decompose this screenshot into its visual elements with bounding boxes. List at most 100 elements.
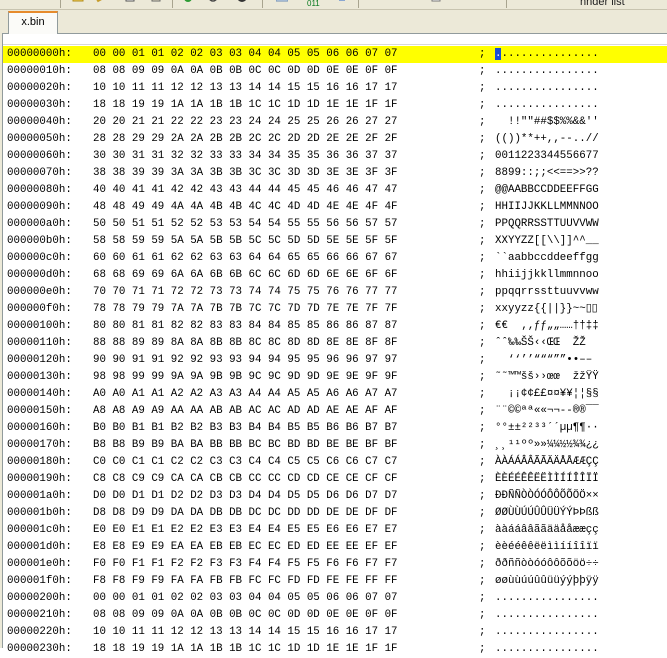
row-hex-bytes[interactable]: 18 18 19 19 1A 1A 1B 1B 1C 1C 1D 1D 1E 1… — [93, 641, 398, 658]
hex-row[interactable]: 00000130h: 98 98 99 99 9A 9A 9B 9B 9C 9C … — [3, 369, 667, 386]
row-hex-bytes[interactable]: B0 B0 B1 B1 B2 B2 B3 B3 B4 B4 B5 B5 B6 B… — [93, 420, 398, 437]
hex-row[interactable]: 00000100h: 80 80 81 81 82 82 83 83 84 84 … — [3, 318, 667, 335]
hex-row[interactable]: 000000a0h: 50 50 51 51 52 52 53 53 54 54 … — [3, 216, 667, 233]
row-hex-bytes[interactable]: F0 F0 F1 F1 F2 F2 F3 F3 F4 F4 F5 F5 F6 F… — [93, 556, 398, 573]
hex-row[interactable]: 00000010h: 08 08 09 09 0A 0A 0B 0B 0C 0C … — [3, 63, 667, 80]
align-left-icon[interactable] — [378, 0, 390, 6]
row-ascii-text[interactable]: ˆˆ‰‰ŠŠ‹‹ŒŒ ŽŽ — [495, 335, 599, 352]
hex-editor[interactable]: 00000000h: 00 00 01 01 02 02 03 03 04 04 … — [3, 34, 667, 655]
hex-row[interactable]: 00000120h: 90 90 91 91 92 92 93 93 94 94 … — [3, 352, 667, 369]
pencil-icon[interactable] — [96, 0, 108, 6]
row-ascii-text[interactable]: ¡¡¢¢££¤¤¥¥¦¦§§ — [495, 386, 599, 403]
hex-view[interactable]: 00000000h: 00 00 01 01 02 02 03 03 04 04 … — [3, 46, 667, 658]
row-hex-bytes[interactable]: 20 20 21 21 22 22 23 23 24 24 25 25 26 2… — [93, 114, 398, 131]
row-ascii-text[interactable]: ................ — [495, 590, 599, 607]
hex-row[interactable]: 00000070h: 38 38 39 39 3A 3A 3B 3B 3C 3C … — [3, 165, 667, 182]
row-ascii-text[interactable]: 0011223344556677 — [495, 148, 599, 165]
hex-row[interactable]: 000000e0h: 70 70 71 71 72 72 73 73 74 74 … — [3, 284, 667, 301]
hex-row[interactable]: 00000060h: 30 30 31 31 32 32 33 33 34 34 … — [3, 148, 667, 165]
row-hex-bytes[interactable]: A8 A8 A9 A9 AA AA AB AB AC AC AD AD AE A… — [93, 403, 398, 420]
row-ascii-text[interactable]: @@AABBCCDDEEFFGG — [495, 182, 599, 199]
hex-row[interactable]: 00000150h: A8 A8 A9 A9 AA AA AB AB AC AC … — [3, 403, 667, 420]
row-ascii-text[interactable]: ‘‘’’“““””••–– — [495, 352, 592, 369]
row-ascii-text[interactable]: ÀÀÁÁÂÂÃÃÄÄÅÅÆÆÇÇ — [495, 454, 599, 471]
row-ascii-text[interactable]: ððññòòóóôôõõöö÷÷ — [495, 556, 599, 573]
row-hex-bytes[interactable]: 70 70 71 71 72 72 73 73 74 74 75 75 76 7… — [93, 284, 398, 301]
row-hex-bytes[interactable]: 00 00 01 01 02 02 03 03 04 04 05 05 06 0… — [93, 46, 398, 63]
row-hex-bytes[interactable]: 18 18 19 19 1A 1A 1B 1B 1C 1C 1D 1D 1E 1… — [93, 97, 398, 114]
row-hex-bytes[interactable]: 28 28 29 29 2A 2A 2B 2B 2C 2C 2D 2D 2E 2… — [93, 131, 398, 148]
row-ascii-text[interactable]: €€ ‚‚ƒƒ„„……††‡‡ — [495, 318, 599, 335]
row-hex-bytes[interactable]: A0 A0 A1 A1 A2 A2 A3 A3 A4 A4 A5 A5 A6 A… — [93, 386, 398, 403]
row-hex-bytes[interactable]: 40 40 41 41 42 42 43 43 44 44 45 45 46 4… — [93, 182, 398, 199]
hex-row[interactable]: 000001c0h: E0 E0 E1 E1 E2 E2 E3 E3 E4 E4 … — [3, 522, 667, 539]
row-ascii-text[interactable]: xxyyzz{{||}}~~▯▯ — [495, 301, 598, 318]
row-ascii-text[interactable]: ................ — [495, 641, 599, 658]
row-ascii-text[interactable]: ................ — [495, 607, 599, 624]
row-hex-bytes[interactable]: 88 88 89 89 8A 8A 8B 8B 8C 8C 8D 8D 8E 8… — [93, 335, 398, 352]
row-hex-bytes[interactable]: 00 00 01 01 02 02 03 03 04 04 05 05 06 0… — [93, 590, 398, 607]
row-hex-bytes[interactable]: E8 E8 E9 E9 EA EA EB EB EC EC ED ED EE E… — [93, 539, 398, 556]
hex-row[interactable]: 00000160h: B0 B0 B1 B1 B2 B2 B3 B3 B4 B4 … — [3, 420, 667, 437]
row-ascii-text[interactable]: ØØÙÙÚÚÛÛÜÜÝÝÞÞßß — [495, 505, 599, 522]
hex-row[interactable]: 00000090h: 48 48 49 49 4A 4A 4B 4B 4C 4C … — [3, 199, 667, 216]
hex-row[interactable]: 000001d0h: E8 E8 E9 E9 EA EA EB EB EC EC … — [3, 539, 667, 556]
hex-row[interactable]: 00000080h: 40 40 41 41 42 42 43 43 44 44 … — [3, 182, 667, 199]
wrap-icon[interactable] — [480, 0, 492, 6]
row-ascii-text[interactable]: ÈÈÉÉÊÊËËÌÌÍÍÎÎÏÏ — [495, 471, 599, 488]
row-ascii-text[interactable]: ˜˜™™šš››œœ žžŸŸ — [495, 369, 599, 386]
hex-row[interactable]: 000001b0h: D8 D8 D9 D9 DA DA DB DB DC DC … — [3, 505, 667, 522]
row-hex-bytes[interactable]: 68 68 69 69 6A 6A 6B 6B 6C 6C 6D 6D 6E 6… — [93, 267, 398, 284]
row-ascii-text[interactable]: ¨¨©©ªª««¬¬--®®¯¯ — [495, 403, 599, 420]
row-ascii-text[interactable]: ppqqrrssttuuvvww — [495, 284, 599, 301]
column-icon[interactable] — [520, 0, 532, 6]
hex-row[interactable]: 00000200h: 00 00 01 01 02 02 03 03 04 04 … — [3, 590, 667, 607]
row-ascii-text[interactable]: (())**++,,--..// — [495, 131, 599, 148]
row-hex-bytes[interactable]: 10 10 11 11 12 12 13 13 14 14 15 15 16 1… — [93, 80, 398, 97]
hex-row[interactable]: 000001f0h: F8 F8 F9 F9 FA FA FB FB FC FC … — [3, 573, 667, 590]
copy-icon[interactable] — [124, 0, 136, 6]
row-hex-bytes[interactable]: D0 D0 D1 D1 D2 D2 D3 D3 D4 D4 D5 D5 D6 D… — [93, 488, 398, 505]
row-hex-bytes[interactable]: 08 08 09 09 0A 0A 0B 0B 0C 0C 0D 0D 0E 0… — [93, 607, 398, 624]
row-hex-bytes[interactable]: C8 C8 C9 C9 CA CA CB CB CC CC CD CD CE C… — [93, 471, 398, 488]
row-hex-bytes[interactable]: 50 50 51 51 52 52 53 53 54 54 55 55 56 5… — [93, 216, 398, 233]
hex-row[interactable]: 000000f0h: 78 78 79 79 7A 7A 7B 7B 7C 7C … — [3, 301, 667, 318]
row-hex-bytes[interactable]: 38 38 39 39 3A 3A 3B 3B 3C 3C 3D 3D 3E 3… — [93, 165, 398, 182]
hex-row[interactable]: 000000c0h: 60 60 61 61 62 62 63 63 64 64 … — [3, 250, 667, 267]
row-hex-bytes[interactable]: F8 F8 F9 F9 FA FA FB FB FC FC FD FD FE F… — [93, 573, 398, 590]
hex-row[interactable]: 000000b0h: 58 58 59 59 5A 5A 5B 5B 5C 5C … — [3, 233, 667, 250]
hex-row[interactable]: 000001e0h: F0 F0 F1 F1 F2 F2 F3 F3 F4 F4 … — [3, 556, 667, 573]
binary-icon[interactable] — [276, 0, 288, 6]
hex-row[interactable]: 00000040h: 20 20 21 21 22 22 23 23 24 24 … — [3, 114, 667, 131]
row-ascii-text[interactable]: èèééêêëëììííîîïï — [495, 539, 599, 556]
gear-icon[interactable] — [236, 0, 248, 6]
find-icon[interactable] — [208, 0, 220, 6]
row-hex-bytes[interactable]: B8 B8 B9 B9 BA BA BB BB BC BC BD BD BE B… — [93, 437, 398, 454]
hex-row[interactable]: 00000190h: C8 C8 C9 C9 CA CA CB CB CC CC … — [3, 471, 667, 488]
row-hex-bytes[interactable]: 10 10 11 11 12 12 13 13 14 14 15 15 16 1… — [93, 624, 398, 641]
hex-row[interactable]: 000000d0h: 68 68 69 69 6A 6A 6B 6B 6C 6C … — [3, 267, 667, 284]
row-ascii-text[interactable]: ................ — [495, 624, 599, 641]
paste-icon[interactable] — [150, 0, 162, 6]
row-ascii-text[interactable]: hhiijjkkllmmnnoo — [495, 267, 599, 284]
row-ascii-text[interactable]: ................ — [495, 80, 599, 97]
hex-row[interactable]: 00000000h: 00 00 01 01 02 02 03 03 04 04 … — [3, 46, 667, 63]
forward-arrow-icon[interactable] — [38, 0, 50, 6]
row-ascii-text[interactable]: ................ — [495, 63, 599, 80]
hex-row[interactable]: 00000110h: 88 88 89 89 8A 8A 8B 8B 8C 8C … — [3, 335, 667, 352]
folder-icon[interactable] — [72, 0, 84, 6]
row-ascii-text[interactable]: ................ — [495, 97, 599, 114]
row-hex-bytes[interactable]: 08 08 09 09 0A 0A 0B 0B 0C 0C 0D 0D 0E 0… — [93, 63, 398, 80]
row-hex-bytes[interactable]: 78 78 79 79 7A 7A 7B 7B 7C 7C 7D 7D 7E 7… — [93, 301, 398, 318]
row-hex-bytes[interactable]: 58 58 59 59 5A 5A 5B 5B 5C 5C 5D 5D 5E 5… — [93, 233, 398, 250]
document-icon[interactable] — [430, 0, 442, 6]
tab-x-bin[interactable]: x.bin — [8, 11, 58, 34]
ruler-icon[interactable] — [546, 0, 558, 6]
row-hex-bytes[interactable]: 98 98 99 99 9A 9A 9B 9B 9C 9C 9D 9D 9E 9… — [93, 369, 398, 386]
record-icon[interactable] — [182, 0, 194, 6]
row-ascii-text[interactable]: PPQQRRSSTTUUVVWW — [495, 216, 599, 233]
hex-row[interactable]: 00000030h: 18 18 19 19 1A 1A 1B 1B 1C 1C … — [3, 97, 667, 114]
row-ascii-text[interactable]: XXYYZZ[[\\]]^^__ — [495, 233, 599, 250]
row-ascii-text[interactable]: !!""##$$%%&&'' — [495, 114, 599, 131]
indent-icon[interactable] — [402, 0, 414, 6]
